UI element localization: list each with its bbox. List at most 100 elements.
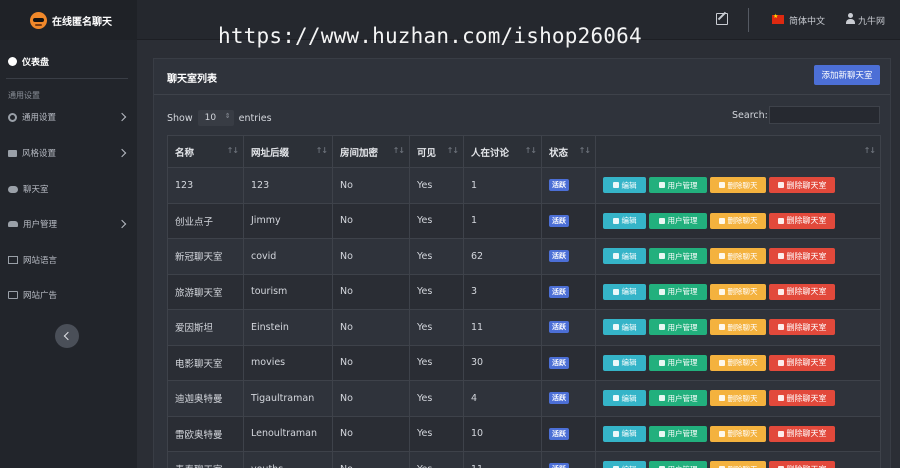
edit-button[interactable]: 编辑 [603,283,646,300]
remove-chatroom-button[interactable]: 删除聊天室 [769,248,835,265]
user-management-button[interactable]: 用户管理 [649,425,707,442]
edit-button[interactable]: 编辑 [603,390,646,407]
delete-messages-button[interactable]: 删除聊天 [710,283,766,300]
column-header-encrypted[interactable]: 房间加密 ↑↓ [332,135,410,168]
table-row: 123 123 No Yes 1 活跃 编辑 用户管理 删除聊天 删除聊天室 [167,167,881,204]
cell-encrypted: No [332,344,410,381]
edit-button[interactable]: 编辑 [603,212,646,229]
add-chatroom-button[interactable]: 添加新聊天室 [814,65,880,85]
edit-icon [612,253,619,260]
cell-actions: 编辑 用户管理 删除聊天 删除聊天室 [595,238,881,275]
sidebar-item-label: 仪表盘 [22,57,50,68]
status-badge: 活跃 [549,321,569,334]
user-management-button[interactable]: 用户管理 [649,461,707,468]
edit-button[interactable]: 编辑 [603,319,646,336]
china-flag-icon[interactable] [772,13,784,24]
users-icon [8,221,18,227]
remove-chatroom-button[interactable]: 删除聊天室 [769,212,835,229]
cell-slug: 123 [243,167,333,204]
sidebar-collapse-button[interactable] [55,324,79,348]
sidebar-item-chatrooms[interactable]: 聊天室 [0,179,137,199]
edit-button[interactable]: 编辑 [603,354,646,371]
delete-messages-button[interactable]: 删除聊天 [710,390,766,407]
column-header-status[interactable]: 状态 ↑↓ [541,135,596,168]
column-header-visible[interactable]: 可见 ↑↓ [409,135,464,168]
cell-name: 雷欧奥特曼 [167,415,244,452]
app-logo[interactable]: 在线匿名聊天 [0,0,137,40]
delete-messages-button[interactable]: 删除聊天 [710,248,766,265]
remove-chatroom-button[interactable]: 删除聊天室 [769,354,835,371]
edit-button[interactable]: 编辑 [603,461,646,468]
trash-icon [718,288,725,295]
table-body: 123 123 No Yes 1 活跃 编辑 用户管理 删除聊天 删除聊天室 创… [167,167,881,468]
user-management-button[interactable]: 用户管理 [649,177,707,194]
trash-icon [777,217,784,224]
remove-chatroom-button[interactable]: 删除聊天室 [769,319,835,336]
sidebar-item-general-settings[interactable]: 通用设置 [0,107,137,127]
table-row: 青春聊天室 youths No Yes 11 活跃 编辑 用户管理 删除聊天 删… [167,451,881,468]
user-management-button[interactable]: 用户管理 [649,390,707,407]
sidebar: 仪表盘 通用设置 通用设置 风格设置 聊天室 用户管理 网站语言 网站广告 [0,40,137,468]
column-header-slug[interactable]: 网址后缀 ↑↓ [243,135,333,168]
entries-select[interactable]: 10 [197,110,234,126]
user-management-button[interactable]: 用户管理 [649,319,707,336]
user-management-button[interactable]: 用户管理 [649,354,707,371]
chevron-right-icon [117,219,127,229]
chatroom-list-panel: 聊天室列表 添加新聊天室 Show 10 entries Search: 名称↑… [153,58,891,468]
status-badge: 活跃 [549,250,569,263]
cell-status: 活跃 [541,415,596,452]
delete-messages-button[interactable]: 删除聊天 [710,212,766,229]
sidebar-item-label: 风格设置 [22,149,57,159]
edit-button[interactable]: 编辑 [603,248,646,265]
edit-button[interactable]: 编辑 [603,425,646,442]
remove-chatroom-button[interactable]: 删除聊天室 [769,177,835,194]
user-management-button[interactable]: 用户管理 [649,283,707,300]
cell-actions: 编辑 用户管理 删除聊天 删除聊天室 [595,415,881,452]
sidebar-item-style-settings[interactable]: 风格设置 [0,143,137,163]
cell-name: 迪迦奥特曼 [167,380,244,417]
column-header-name[interactable]: 名称 ↑↓ [167,135,244,168]
cell-encrypted: No [332,238,410,275]
cell-name: 123 [167,167,244,204]
cell-status: 活跃 [541,380,596,417]
edit-button[interactable]: 编辑 [603,177,646,194]
remove-chatroom-button[interactable]: 删除聊天室 [769,425,835,442]
chatroom-table: 名称 ↑↓ 网址后缀 ↑↓ 房间加密 ↑↓ 可见 ↑↓ 人在讨论 ↑↓ 状态 ↑↓ ↑↓ 1… [167,135,881,468]
cell-online: 11 [463,309,542,346]
delete-messages-button[interactable]: 删除聊天 [710,461,766,468]
language-selector[interactable]: 简体中文 [789,14,825,27]
sort-icon: ↑↓ [315,146,328,155]
user-management-button[interactable]: 用户管理 [649,248,707,265]
edit-icon[interactable] [716,13,728,25]
sort-icon: ↑↓ [578,146,591,155]
table-row: 创业点子 Jimmy No Yes 1 活跃 编辑 用户管理 删除聊天 删除聊天… [167,202,881,239]
cell-online: 3 [463,273,542,310]
user-management-button[interactable]: 用户管理 [649,212,707,229]
users-icon [658,324,665,331]
watermark-text: https://www.huzhan.com/ishop26064 [218,24,642,48]
search-input[interactable] [769,106,880,124]
column-header-actions[interactable]: ↑↓ [595,135,881,168]
column-header-online[interactable]: 人在讨论 ↑↓ [463,135,542,168]
trash-icon [777,430,784,437]
sidebar-item-site-language[interactable]: 网站语言 [0,250,137,270]
sidebar-item-label: 聊天室 [23,185,49,195]
cell-slug: youths [243,451,333,468]
remove-chatroom-button[interactable]: 删除聊天室 [769,283,835,300]
remove-chatroom-button[interactable]: 删除聊天室 [769,461,835,468]
remove-chatroom-button[interactable]: 删除聊天室 [769,390,835,407]
user-icon[interactable] [845,13,856,25]
cell-visible: Yes [409,451,464,468]
cell-encrypted: No [332,273,410,310]
delete-messages-button[interactable]: 删除聊天 [710,425,766,442]
cell-online: 30 [463,344,542,381]
sidebar-item-label: 网站语言 [23,256,58,266]
delete-messages-button[interactable]: 删除聊天 [710,177,766,194]
sidebar-item-site-ads[interactable]: 网站广告 [0,285,137,305]
delete-messages-button[interactable]: 删除聊天 [710,354,766,371]
cell-encrypted: No [332,451,410,468]
user-name[interactable]: 九牛网 [858,14,885,27]
delete-messages-button[interactable]: 删除聊天 [710,319,766,336]
sidebar-item-user-management[interactable]: 用户管理 [0,214,137,234]
sidebar-item-dashboard[interactable]: 仪表盘 [0,50,137,72]
